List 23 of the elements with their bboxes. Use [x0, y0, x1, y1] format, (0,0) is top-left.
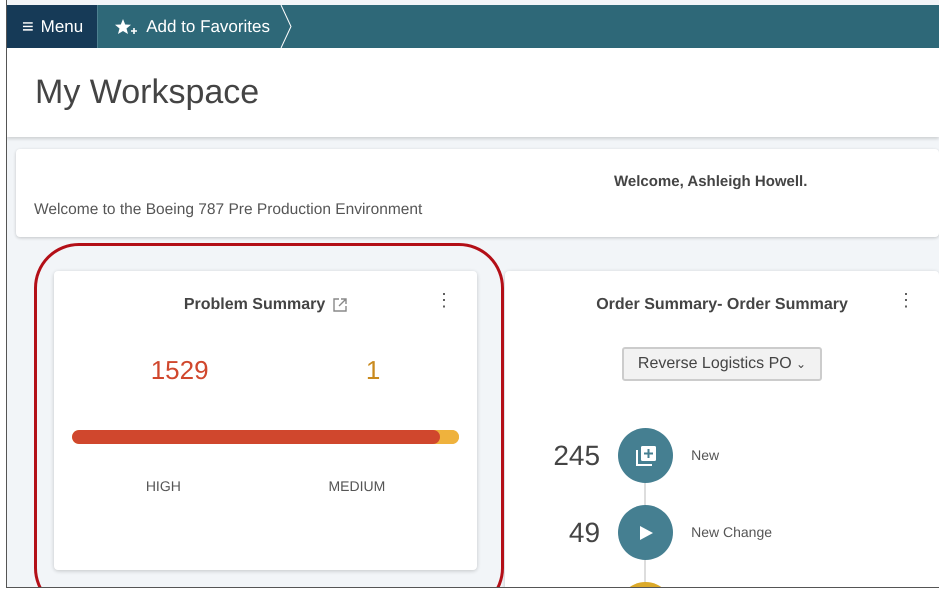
- more-options-icon[interactable]: ⋮: [435, 291, 454, 309]
- status-label: New: [691, 446, 720, 465]
- external-link-icon[interactable]: [333, 298, 348, 312]
- add-to-favorites-button[interactable]: Add to Favorites: [98, 5, 292, 48]
- severity-label: HIGH: [146, 477, 181, 496]
- severity-label: MEDIUM: [328, 477, 386, 496]
- welcome-greeting: Welcome, Ashleigh Howell.: [614, 172, 808, 192]
- add-to-stack-icon: [634, 444, 658, 468]
- welcome-message: Welcome to the Boeing 787 Pre Production Environment: [34, 200, 422, 220]
- menu-button[interactable]: ≡ Menu: [7, 5, 98, 48]
- card-title: Problem Summary: [184, 295, 326, 315]
- card-title: Order Summary- Order Summary: [596, 296, 848, 313]
- more-options-icon[interactable]: ⋮: [897, 291, 915, 309]
- status-label: New Change: [691, 523, 772, 542]
- order-count: 49: [568, 516, 602, 550]
- order-type-dropdown[interactable]: Reverse Logistics PO ⌄: [622, 347, 822, 381]
- play-icon: [638, 524, 654, 542]
- page-title: My Workspace: [35, 72, 260, 113]
- menu-icon: ≡: [22, 12, 34, 42]
- order-count: 245: [552, 438, 602, 472]
- severity-count: 1: [366, 354, 380, 387]
- star-plus-icon: [114, 18, 138, 36]
- severity-count: 1529: [150, 354, 209, 387]
